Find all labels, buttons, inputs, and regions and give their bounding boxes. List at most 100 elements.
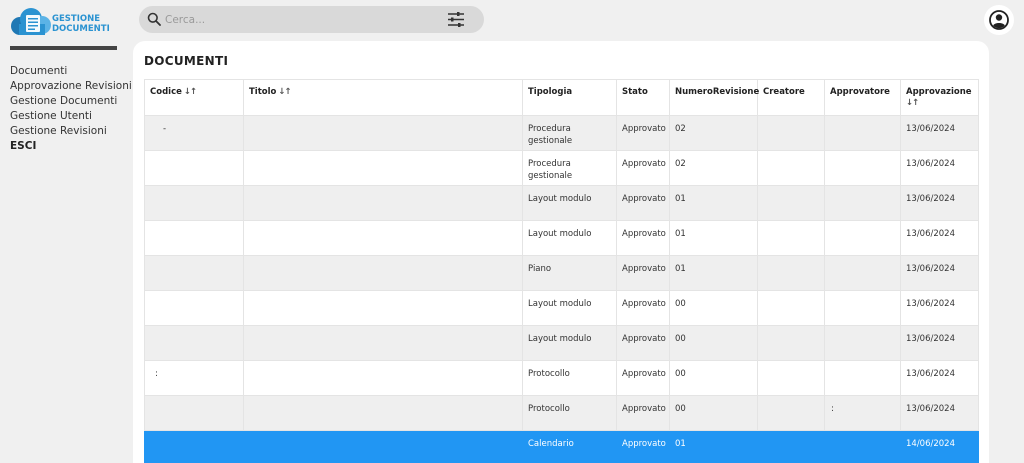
cell-approvazione: 13/06/2024 (900, 115, 979, 151)
cell-tipologia: Protocollo (522, 360, 617, 396)
cell-stato: Approvato (616, 255, 670, 291)
cell-stato: Approvato (616, 430, 670, 463)
sidebar-item-gestione-utenti[interactable]: Gestione Utenti (10, 109, 132, 124)
user-avatar[interactable] (984, 5, 1014, 35)
cell-codice (144, 150, 244, 186)
sidebar-item-gestione-documenti[interactable]: Gestione Documenti (10, 94, 132, 109)
table-header-row: Codice ↓↑ Titolo ↓↑ Tipologia Stato Numero… (144, 79, 979, 116)
table-row[interactable]: Piano Approvato 01 13/06/2024 (144, 255, 979, 291)
cell-codice (144, 395, 244, 431)
cell-codice (144, 185, 244, 221)
cell-approvazione: 14/06/2024 (900, 430, 979, 463)
column-header-approvazione[interactable]: Approvazione ↓↑ (900, 79, 979, 116)
cell-revisione: 01 (669, 220, 758, 256)
sidebar-item-documenti[interactable]: Documenti (10, 64, 132, 79)
cell-tipologia: Layout modulo (522, 185, 617, 221)
cell-stato: Approvato (616, 185, 670, 221)
user-circle-icon (989, 10, 1009, 30)
cell-approvatore (824, 430, 901, 463)
cell-codice (144, 220, 244, 256)
cell-revisione: 00 (669, 290, 758, 326)
table-row[interactable]: Layout modulo Approvato 00 13/06/2024 (144, 290, 979, 326)
table-row[interactable]: : Protocollo Approvato 00 13/06/2024 (144, 360, 979, 396)
cell-approvazione: 13/06/2024 (900, 395, 979, 431)
sidebar-item-esci[interactable]: ESCI (10, 139, 132, 154)
cell-tipologia: Layout modulo (522, 325, 617, 361)
table-row-selected[interactable]: Calendario Approvato 01 14/06/2024 (144, 430, 979, 463)
sidebar-divider (10, 46, 117, 50)
cell-creatore (757, 395, 825, 431)
cell-titolo (243, 185, 523, 221)
sidebar-item-gestione-revisioni[interactable]: Gestione Revisioni (10, 124, 132, 139)
cell-titolo (243, 150, 523, 186)
cell-creatore (757, 430, 825, 463)
cell-titolo (243, 255, 523, 291)
cell-creatore (757, 220, 825, 256)
logo-line-1: GESTIONE (52, 14, 101, 24)
cell-titolo (243, 430, 523, 463)
cell-tipologia: Piano (522, 255, 617, 291)
cell-titolo (243, 220, 523, 256)
cell-creatore (757, 115, 825, 151)
sidebar: GESTIONE DOCUMENTI Documenti Approvazion… (0, 0, 132, 463)
cell-codice (144, 430, 244, 463)
cell-titolo (243, 395, 523, 431)
cell-stato: Approvato (616, 150, 670, 186)
table-body: - Procedura gestionale Approvato 02 13/0… (144, 115, 979, 463)
table-row[interactable]: Protocollo Approvato 00 : 13/06/2024 (144, 395, 979, 431)
cell-codice (144, 325, 244, 361)
cell-approvatore (824, 325, 901, 361)
search-input[interactable] (165, 10, 445, 29)
cell-stato: Approvato (616, 220, 670, 256)
cell-revisione: 01 (669, 185, 758, 221)
cell-creatore (757, 360, 825, 396)
table-row[interactable]: Layout modulo Approvato 01 13/06/2024 (144, 185, 979, 221)
sort-arrows-icon[interactable]: ↓↑ (184, 87, 197, 97)
table-row[interactable]: Layout modulo Approvato 01 13/06/2024 (144, 220, 979, 256)
cell-revisione: 02 (669, 150, 758, 186)
cell-stato: Approvato (616, 290, 670, 326)
cell-stato: Approvato (616, 360, 670, 396)
cell-tipologia: Protocollo (522, 395, 617, 431)
cell-approvazione: 13/06/2024 (900, 255, 979, 291)
cell-titolo (243, 325, 523, 361)
cell-revisione: 01 (669, 430, 758, 463)
column-header-stato: Stato (616, 79, 670, 116)
cell-tipologia: Layout modulo (522, 220, 617, 256)
table-row[interactable]: Layout modulo Approvato 00 13/06/2024 (144, 325, 979, 361)
column-header-codice[interactable]: Codice ↓↑ (144, 79, 244, 116)
documents-table: Codice ↓↑ Titolo ↓↑ Tipologia Stato Numero… (144, 79, 979, 463)
cell-titolo (243, 290, 523, 326)
cell-approvazione: 13/06/2024 (900, 290, 979, 326)
sidebar-item-approvazione-revisioni[interactable]: Approvazione Revisioni (10, 79, 132, 94)
cell-creatore (757, 325, 825, 361)
search-icon[interactable] (147, 12, 161, 26)
cell-revisione: 01 (669, 255, 758, 291)
cell-titolo (243, 360, 523, 396)
cell-revisione: 00 (669, 360, 758, 396)
cell-approvatore (824, 150, 901, 186)
table-row[interactable]: Procedura gestionale Approvato 02 13/06/… (144, 150, 979, 186)
logo-text: GESTIONE DOCUMENTI (52, 14, 110, 34)
column-header-approvatore: Approvatore (824, 79, 901, 116)
cell-approvazione: 13/06/2024 (900, 360, 979, 396)
cell-stato: Approvato (616, 115, 670, 151)
cell-revisione: 00 (669, 395, 758, 431)
cell-revisione: 02 (669, 115, 758, 151)
cell-tipologia: Procedura gestionale (522, 115, 617, 151)
cell-revisione: 00 (669, 325, 758, 361)
cell-approvazione: 13/06/2024 (900, 150, 979, 186)
cell-approvatore (824, 255, 901, 291)
cell-titolo (243, 115, 523, 151)
column-header-numero-revisione: NumeroRevisione (669, 79, 759, 116)
column-header-creatore: Creatore (757, 79, 825, 116)
sort-arrows-icon[interactable]: ↓↑ (906, 98, 973, 109)
table-row[interactable]: - Procedura gestionale Approvato 02 13/0… (144, 115, 979, 151)
cell-approvatore (824, 115, 901, 151)
sliders-icon[interactable] (447, 11, 465, 28)
column-header-titolo[interactable]: Titolo ↓↑ (243, 79, 523, 116)
cell-approvatore (824, 360, 901, 396)
app-logo[interactable]: GESTIONE DOCUMENTI (10, 6, 110, 38)
sort-arrows-icon[interactable]: ↓↑ (278, 87, 291, 97)
sidebar-nav: Documenti Approvazione Revisioni Gestion… (10, 64, 132, 154)
